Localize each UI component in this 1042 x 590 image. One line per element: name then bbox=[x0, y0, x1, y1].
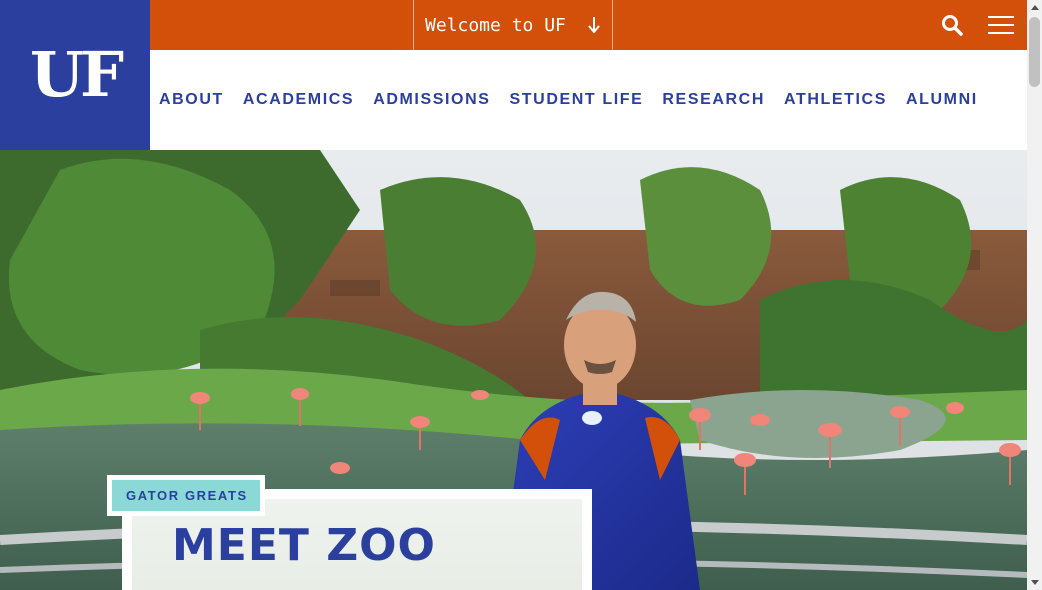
scrollbar-thumb[interactable] bbox=[1029, 17, 1040, 87]
main-navigation: ABOUT ACADEMICS ADMISSIONS STUDENT LIFE … bbox=[150, 50, 1027, 150]
scroll-up-arrow-icon[interactable] bbox=[1030, 5, 1039, 10]
search-icon[interactable] bbox=[940, 13, 964, 37]
feature-headline[interactable]: MEET ZOO bbox=[172, 524, 436, 568]
utility-bar: Welcome to UF bbox=[150, 0, 1027, 50]
nav-item-about[interactable]: ABOUT bbox=[159, 91, 224, 109]
page-scrollbar[interactable] bbox=[1027, 0, 1042, 590]
uf-logo[interactable]: UF bbox=[0, 0, 150, 150]
welcome-dropdown[interactable]: Welcome to UF bbox=[413, 0, 613, 50]
nav-item-student-life[interactable]: STUDENT LIFE bbox=[510, 91, 644, 109]
logo-text: UF bbox=[29, 38, 124, 111]
category-label-text: GATOR GREATS bbox=[112, 480, 260, 511]
nav-item-academics[interactable]: ACADEMICS bbox=[243, 91, 354, 109]
scroll-down-arrow-icon[interactable] bbox=[1030, 580, 1039, 585]
hamburger-menu-icon[interactable] bbox=[988, 14, 1014, 36]
welcome-label: Welcome to UF bbox=[425, 14, 566, 36]
nav-item-admissions[interactable]: ADMISSIONS bbox=[373, 91, 490, 109]
nav-item-athletics[interactable]: ATHLETICS bbox=[784, 91, 887, 109]
category-label: GATOR GREATS bbox=[107, 475, 265, 516]
arrow-down-icon bbox=[588, 17, 600, 34]
nav-item-research[interactable]: RESEARCH bbox=[662, 91, 765, 109]
nav-item-alumni[interactable]: ALUMNI bbox=[906, 91, 978, 109]
